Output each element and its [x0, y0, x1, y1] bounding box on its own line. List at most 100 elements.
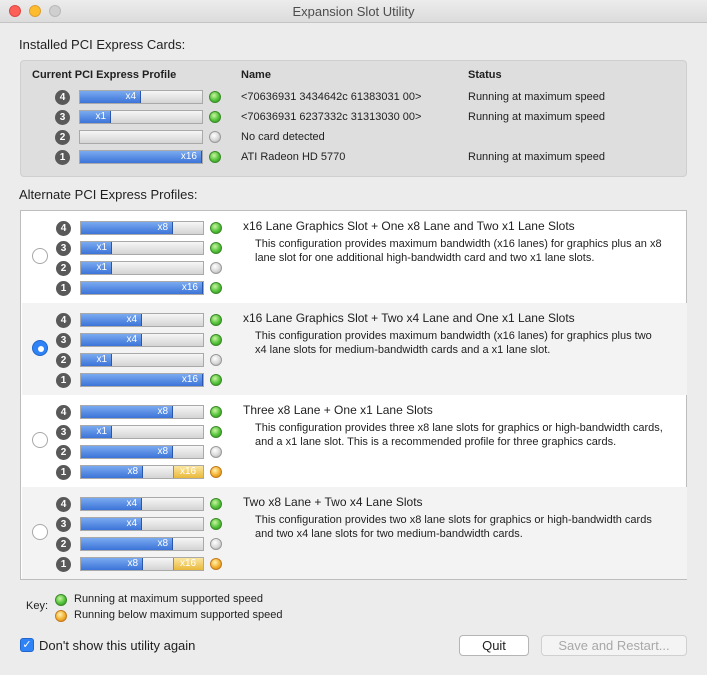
lane-width-label: x1: [95, 111, 106, 122]
lane-bar: x4: [80, 497, 204, 511]
save-and-restart-button[interactable]: Save and Restart...: [541, 635, 687, 656]
slot-number-badge: 1: [56, 557, 71, 572]
slot-row: 1 x16: [56, 372, 226, 388]
orange-status-light-icon: [210, 466, 222, 478]
dont-show-again-checkbox[interactable]: ✓: [20, 638, 34, 652]
lane-width-label: x4: [125, 91, 136, 102]
lane-width-label: x8: [157, 222, 168, 233]
lane-bar-fill: x1: [81, 354, 112, 366]
green-status-light-icon: [210, 426, 222, 438]
lane-bar-fill: x1: [81, 242, 112, 254]
orange-status-light-icon: [210, 558, 222, 570]
lane-bar-fill: x4: [81, 314, 142, 326]
lane-bar-fill: x4: [80, 91, 141, 103]
dont-show-again-label[interactable]: Don't show this utility again: [39, 638, 195, 653]
lane-width-label: x8: [127, 466, 138, 477]
slot-row: 3 x1: [56, 240, 226, 256]
key-description: Running at maximum supported speed: [74, 593, 263, 605]
installed-cards-heading: Installed PCI Express Cards:: [19, 37, 186, 52]
slot-row: 2 x8: [56, 536, 226, 552]
slot-number-badge: 1: [56, 465, 71, 480]
profile-option[interactable]: 4 x4 3 x4 2 x8 1 x8 x16 Two x8 Lane + Two x4 Lane…: [22, 487, 687, 579]
quit-button[interactable]: Quit: [459, 635, 529, 656]
lane-bar: x4: [80, 333, 204, 347]
lane-width-label: x16: [180, 151, 197, 162]
slot-number-badge: 3: [55, 110, 70, 125]
card-status: Running at maximum speed: [468, 111, 605, 123]
slot-number-badge: 1: [56, 281, 71, 296]
installed-cards-panel: Current PCI Express Profile Name Status …: [20, 60, 687, 177]
profile-radio-button[interactable]: [32, 432, 48, 448]
card-status: Running at maximum speed: [468, 151, 605, 163]
profile-title: Two x8 Lane + Two x4 Lane Slots: [243, 495, 423, 509]
lane-bar: x4: [80, 517, 204, 531]
slot-number-badge: 1: [55, 150, 70, 165]
max-lane-segment: x16: [173, 466, 203, 478]
profile-radio-button[interactable]: [32, 248, 48, 264]
card-status: Running at maximum speed: [468, 91, 605, 103]
profile-option[interactable]: 4 x8 3 x1 2 x8 1 x8 x16 Three x8 Lane + One x1 La…: [22, 395, 687, 487]
slot-number-badge: 3: [56, 425, 71, 440]
lane-width-label: x4: [126, 314, 137, 325]
profile-option[interactable]: 4 x8 3 x1 2 x1 1 x16 x16 Lane Graphics Slot + On…: [22, 211, 687, 303]
lane-bar: x8: [80, 405, 204, 419]
slot-row: 3 x1: [56, 424, 226, 440]
slot-row: 1 x8 x16: [56, 556, 226, 572]
slot-row: 4 x8: [56, 404, 226, 420]
profile-title: Three x8 Lane + One x1 Lane Slots: [243, 403, 433, 417]
lane-bar-fill: x1: [81, 262, 112, 274]
gray-status-light-icon: [210, 538, 222, 550]
lane-bar-fill: x4: [81, 498, 142, 510]
slot-row: 1 x8 x16: [56, 464, 226, 480]
lane-bar-fill: x16: [81, 282, 203, 294]
window-title: Expansion Slot Utility: [292, 4, 415, 19]
lane-bar-fill: x16: [80, 151, 202, 163]
lane-bar-fill: x8: [81, 538, 173, 550]
lane-bar-fill: x4: [81, 334, 142, 346]
profile-description: This configuration provides maximum band…: [255, 330, 652, 356]
slot-number-badge: 3: [56, 517, 71, 532]
lane-width-label: x8: [157, 406, 168, 417]
lane-bar: x8 x16: [80, 465, 204, 479]
lane-bar: x8 x16: [80, 557, 204, 571]
gray-status-light-icon: [209, 131, 221, 143]
lane-width-label: x8: [157, 446, 168, 457]
expansion-slot-utility-window: Expansion Slot Utility Installed PCI Exp…: [0, 0, 707, 675]
slot-number-badge: 4: [56, 497, 71, 512]
slot-row: 2 x1: [56, 352, 226, 368]
lane-width-label: x1: [96, 426, 107, 437]
profile-radio-button[interactable]: [32, 524, 48, 540]
lane-bar-fill: x8: [81, 466, 143, 478]
name-column-header: Name: [241, 69, 271, 81]
gray-status-light-icon: [210, 262, 222, 274]
slot-row: 2: [55, 129, 225, 145]
green-status-light-icon: [210, 282, 222, 294]
slot-number-badge: 4: [56, 313, 71, 328]
status-column-header: Status: [468, 69, 502, 81]
slot-number-badge: 2: [56, 537, 71, 552]
green-status-light-icon: [55, 594, 67, 606]
alternate-profiles-list: 4 x8 3 x1 2 x1 1 x16 x16 Lane Graphics Slot + On…: [20, 210, 687, 580]
profile-radio-button[interactable]: [32, 340, 48, 356]
green-status-light-icon: [210, 314, 222, 326]
max-lane-label: x16: [180, 558, 197, 569]
slot-row: 4 x4: [56, 496, 226, 512]
lane-bar: x1: [80, 261, 204, 275]
profile-title: x16 Lane Graphics Slot + Two x4 Lane and…: [243, 311, 575, 325]
slot-number-badge: 2: [56, 261, 71, 276]
green-status-light-icon: [210, 374, 222, 386]
lane-bar-fill: x1: [80, 111, 111, 123]
profile-option[interactable]: 4 x4 3 x4 2 x1 1 x16 x16 Lane Graphics Slot + Tw…: [22, 303, 687, 395]
lane-bar: x4: [80, 313, 204, 327]
slot-row: 1 x16: [56, 280, 226, 296]
lane-width-label: x1: [96, 262, 107, 273]
slot-row: 3 x4: [56, 516, 226, 532]
slot-number-badge: 4: [56, 405, 71, 420]
gray-status-light-icon: [210, 354, 222, 366]
green-status-light-icon: [210, 242, 222, 254]
lane-bar: x4: [79, 90, 203, 104]
key-description: Running below maximum supported speed: [74, 609, 283, 621]
green-status-light-icon: [210, 498, 222, 510]
lane-bar-fill: x8: [81, 222, 173, 234]
slot-row: 4 x4: [56, 312, 226, 328]
